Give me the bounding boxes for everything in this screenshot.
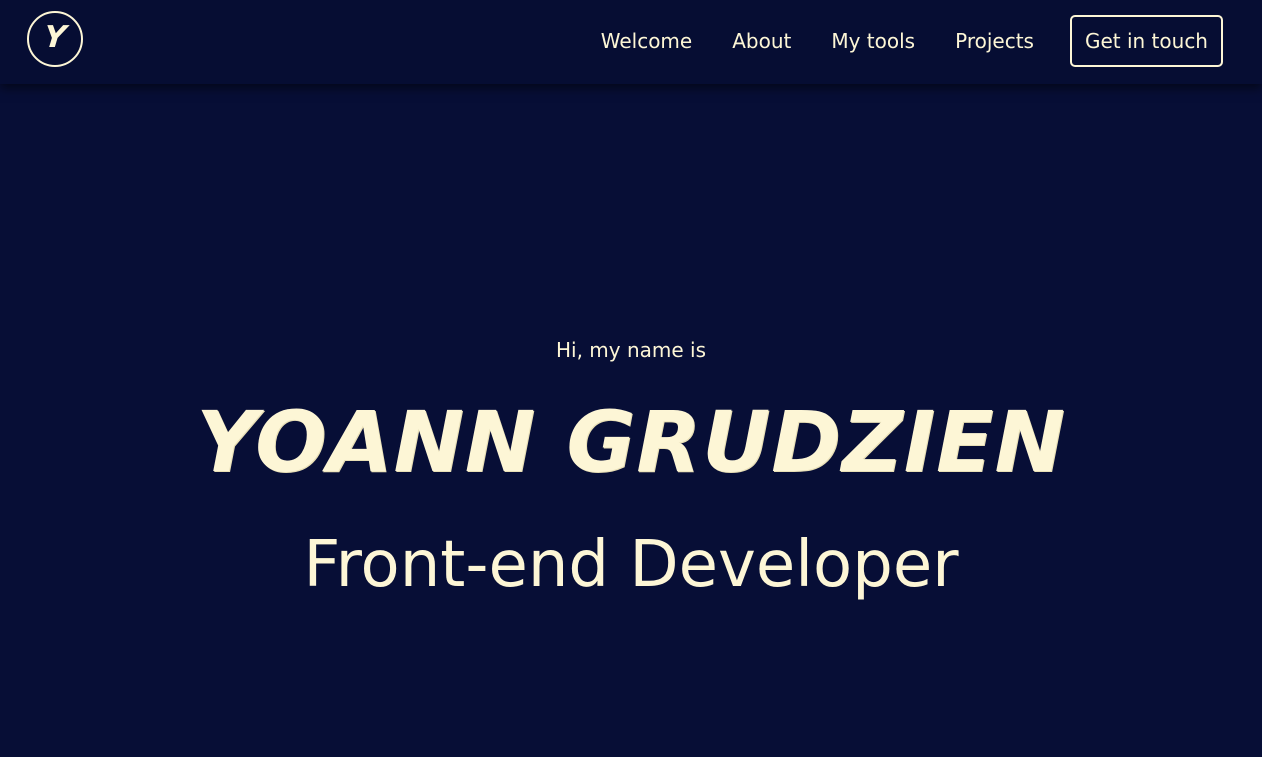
nav-link-tools[interactable]: My tools (831, 29, 915, 53)
nav-link-about[interactable]: About (732, 29, 791, 53)
hero-section: Hi, my name is YOANN GRUDZIEN Front-end … (0, 84, 1262, 757)
nav-link-projects[interactable]: Projects (955, 29, 1034, 53)
navbar: Y Welcome About My tools Projects Get in… (0, 0, 1262, 84)
hero-name: YOANN GRUDZIEN (196, 393, 1066, 491)
get-in-touch-button[interactable]: Get in touch (1069, 15, 1223, 67)
hero-greeting: Hi, my name is (555, 338, 707, 362)
hero-role: Front-end Developer (303, 528, 959, 602)
logo-link[interactable]: Y (27, 11, 83, 67)
nav-links: Welcome About My tools Projects Get in t… (601, 15, 1223, 67)
logo-icon: Y (42, 20, 68, 55)
nav-link-welcome[interactable]: Welcome (601, 29, 692, 53)
